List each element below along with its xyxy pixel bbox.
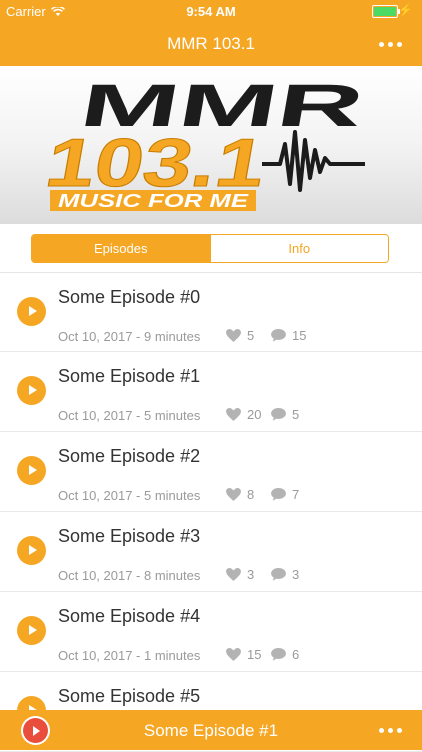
episode-row-1[interactable]: Some Episode #1 Oct 10, 2017 - 5 minutes… (0, 352, 422, 432)
logo-number-text: 103.1 (40, 124, 271, 200)
episode-meta: Oct 10, 2017 - 1 minutes (58, 648, 201, 663)
play-icon[interactable] (17, 456, 46, 485)
episode-meta: Oct 10, 2017 - 8 minutes (58, 568, 201, 583)
player-more-icon[interactable] (379, 728, 402, 733)
episode-title: Some Episode #4 (58, 606, 201, 626)
episode-meta: Oct 10, 2017 - 5 minutes (58, 488, 201, 503)
waveform-graphic (262, 130, 365, 192)
comment-icon[interactable] (271, 488, 286, 501)
episode-stats: 3 3 (226, 567, 299, 582)
episode-stats: 15 6 (226, 647, 299, 662)
comments-count: 3 (292, 567, 300, 582)
episode-title: Some Episode #2 (58, 446, 201, 466)
tab-episodes[interactable]: Episodes (32, 235, 210, 262)
heart-icon[interactable] (226, 568, 241, 581)
episode-list: Some Episode #0 Oct 10, 2017 - 9 minutes… (0, 273, 422, 752)
heart-icon[interactable] (226, 408, 241, 421)
likes-count: 15 (247, 647, 262, 662)
podcast-banner: MMR 103.1 MUSIC FOR ME (0, 66, 422, 224)
station-logo: MMR 103.1 MUSIC FOR ME (40, 71, 369, 211)
episode-meta: Oct 10, 2017 - 9 minutes (58, 329, 201, 344)
episode-stats: 5 15 (226, 328, 306, 343)
likes-count: 3 (247, 567, 255, 582)
play-icon[interactable] (17, 376, 46, 405)
episode-row-0[interactable]: Some Episode #0 Oct 10, 2017 - 9 minutes… (0, 273, 422, 352)
comment-icon[interactable] (271, 329, 286, 342)
episode-title: Some Episode #0 (58, 287, 201, 307)
nav-bar: MMR 103.1 (0, 22, 422, 66)
now-playing-title: Some Episode #1 (143, 721, 279, 740)
comment-icon[interactable] (271, 408, 286, 421)
tab-info[interactable]: Info (210, 235, 388, 262)
clock: 9:54 AM (186, 4, 236, 19)
logo-tagline: MUSIC FOR ME (58, 191, 249, 211)
episode-row-4[interactable]: Some Episode #4 Oct 10, 2017 - 1 minutes… (0, 592, 422, 672)
heart-icon[interactable] (226, 488, 241, 501)
comment-icon[interactable] (271, 568, 286, 581)
episode-meta: Oct 10, 2017 - 5 minutes (58, 408, 201, 423)
likes-count: 5 (247, 328, 255, 343)
episode-stats: 20 5 (226, 407, 299, 422)
battery-icon (372, 5, 400, 18)
play-icon[interactable] (17, 616, 46, 645)
episode-title: Some Episode #3 (58, 526, 201, 546)
likes-count: 20 (247, 407, 262, 422)
episode-title: Some Episode #5 (58, 686, 201, 706)
comments-count: 5 (292, 407, 300, 422)
comments-count: 7 (292, 487, 300, 502)
page-title: MMR 103.1 (167, 34, 255, 53)
mini-player[interactable]: Some Episode #1 (0, 710, 422, 750)
episode-row-3[interactable]: Some Episode #3 Oct 10, 2017 - 8 minutes… (0, 512, 422, 592)
comment-icon[interactable] (271, 648, 286, 661)
more-options-icon[interactable] (379, 42, 402, 47)
heart-icon[interactable] (226, 648, 241, 661)
play-icon[interactable] (17, 297, 46, 326)
episodes-info-switch: Episodes Info (31, 234, 389, 263)
play-icon[interactable] (17, 536, 46, 565)
episode-title: Some Episode #1 (58, 366, 201, 386)
episode-row-2[interactable]: Some Episode #2 Oct 10, 2017 - 5 minutes… (0, 432, 422, 512)
comments-count: 6 (292, 647, 300, 662)
charging-icon: ⚡ (398, 3, 413, 17)
comments-count: 15 (292, 328, 307, 343)
episode-stats: 8 7 (226, 487, 299, 502)
status-bar: Carrier 9:54 AM ⚡ (0, 0, 422, 22)
likes-count: 8 (247, 487, 255, 502)
heart-icon[interactable] (226, 329, 241, 342)
